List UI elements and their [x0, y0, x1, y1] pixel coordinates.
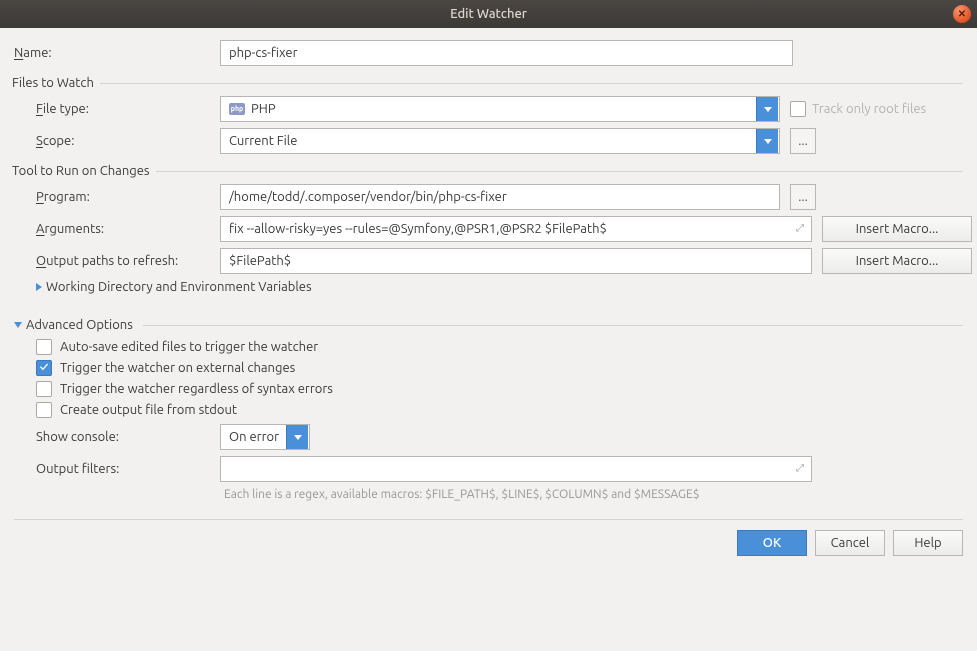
- scope-browse-button[interactable]: ...: [790, 128, 816, 154]
- section-files-to-watch: Files to Watch: [12, 76, 100, 90]
- label-show-console: Show console:: [14, 430, 210, 444]
- name-input[interactable]: [220, 40, 793, 66]
- label-trigger-syntax: Trigger the watcher regardless of syntax…: [60, 382, 333, 396]
- window-titlebar: Edit Watcher ✕: [0, 0, 977, 28]
- label-name: Name:: [14, 46, 210, 60]
- label-track-root: Track only root files: [812, 102, 926, 116]
- chevron-down-icon: [756, 97, 778, 121]
- label-output-filters: Output filters:: [14, 462, 210, 476]
- trigger-external-checkbox[interactable]: [36, 360, 52, 376]
- show-console-value: On error: [229, 430, 286, 444]
- php-icon: php: [229, 103, 245, 115]
- advanced-options-disclosure[interactable]: Advanced Options: [14, 318, 133, 332]
- working-dir-disclosure[interactable]: Working Directory and Environment Variab…: [36, 280, 963, 294]
- track-root-checkbox: [790, 101, 806, 117]
- label-program: Program:: [14, 190, 210, 204]
- section-tool-to-run: Tool to Run on Changes: [12, 164, 156, 178]
- ok-button[interactable]: OK: [737, 530, 807, 556]
- insert-macro-output-button[interactable]: Insert Macro...: [822, 248, 972, 274]
- auto-save-checkbox[interactable]: [36, 339, 52, 355]
- label-auto-save: Auto-save edited files to trigger the wa…: [60, 340, 318, 354]
- show-console-select[interactable]: On error: [220, 424, 310, 450]
- scope-value: Current File: [229, 134, 756, 148]
- trigger-syntax-checkbox[interactable]: [36, 381, 52, 397]
- file-type-select[interactable]: php PHP: [220, 96, 780, 122]
- label-arguments: Arguments:: [14, 222, 210, 236]
- scope-select[interactable]: Current File: [220, 128, 780, 154]
- close-icon[interactable]: ✕: [953, 5, 971, 23]
- label-scope: Scope:: [14, 134, 210, 148]
- program-browse-button[interactable]: ...: [790, 184, 816, 210]
- triangle-right-icon: [36, 283, 42, 291]
- label-create-output: Create output file from stdout: [60, 403, 237, 417]
- program-input[interactable]: [220, 184, 780, 210]
- insert-macro-arguments-button[interactable]: Insert Macro...: [822, 216, 972, 242]
- label-working-dir: Working Directory and Environment Variab…: [46, 280, 312, 294]
- triangle-down-icon: [14, 322, 22, 328]
- output-filters-hint: Each line is a regex, available macros: …: [224, 488, 963, 501]
- label-file-type: File type:: [14, 102, 210, 116]
- create-output-checkbox[interactable]: [36, 402, 52, 418]
- window-title: Edit Watcher: [450, 7, 527, 21]
- chevron-down-icon: [756, 129, 778, 153]
- label-advanced-options: Advanced Options: [26, 318, 133, 332]
- label-output-paths: Output paths to refresh:: [14, 254, 210, 268]
- cancel-button[interactable]: Cancel: [815, 530, 885, 556]
- arguments-input[interactable]: [220, 216, 812, 242]
- file-type-value: PHP: [251, 102, 756, 116]
- label-trigger-external: Trigger the watcher on external changes: [60, 361, 295, 375]
- help-button[interactable]: Help: [893, 530, 963, 556]
- output-filters-input[interactable]: [220, 456, 812, 482]
- output-paths-input[interactable]: [220, 248, 812, 274]
- chevron-down-icon: [286, 425, 308, 449]
